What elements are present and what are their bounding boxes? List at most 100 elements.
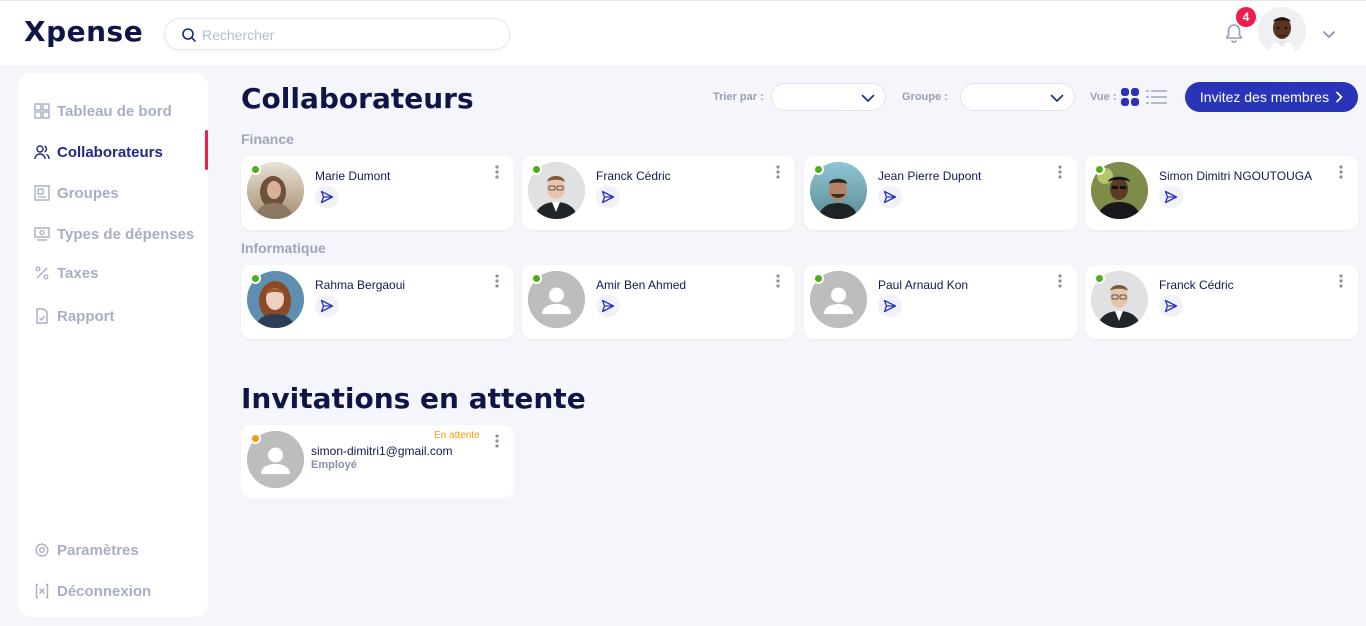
search-bar[interactable] <box>164 18 510 50</box>
chevron-down-icon <box>861 94 875 102</box>
report-icon <box>36 308 48 324</box>
group-title-informatique: Informatique <box>241 240 326 256</box>
send-message-button[interactable] <box>596 295 620 317</box>
send-icon <box>320 299 334 313</box>
sidebar-item-label: Tableau de bord <box>57 102 172 120</box>
invitation-card[interactable]: En attente simon-dimitri1@gmail.com Empl… <box>241 425 514 498</box>
sidebar-item-label: Déconnexion <box>57 582 152 600</box>
member-name: Paul Arnaud Kon <box>878 278 969 292</box>
bell-icon[interactable] <box>1224 23 1244 45</box>
sidebar-item-label: Paramètres <box>57 541 139 559</box>
grid-view-icon[interactable] <box>1121 88 1139 106</box>
member-card[interactable]: Simon Dimitri NGOUTOUGA <box>1085 156 1358 230</box>
sidebar-item-types-depenses[interactable]: Types de dépenses <box>34 222 194 246</box>
send-message-button[interactable] <box>596 186 620 208</box>
invitation-email: simon-dimitri1@gmail.com <box>311 444 453 458</box>
send-icon <box>601 190 615 204</box>
group-select[interactable] <box>960 83 1075 111</box>
pending-status-label: En attente <box>434 430 480 441</box>
more-options-icon[interactable] <box>1338 165 1344 179</box>
member-name: Franck Cédric <box>596 169 671 183</box>
send-message-button[interactable] <box>1159 295 1183 317</box>
sidebar-item-label: Rapport <box>57 307 115 325</box>
member-card[interactable]: Franck Cédric <box>522 156 795 230</box>
member-card[interactable]: Franck Cédric <box>1085 265 1358 339</box>
send-message-button[interactable] <box>1159 186 1183 208</box>
send-message-button[interactable] <box>315 186 339 208</box>
sidebar-item-taxes[interactable]: Taxes <box>34 261 98 285</box>
percent-icon <box>35 266 49 280</box>
member-name: Amir Ben Ahmed <box>596 278 687 292</box>
chevron-down-icon <box>1050 94 1064 102</box>
users-icon <box>34 145 50 160</box>
more-options-icon[interactable] <box>494 274 500 288</box>
send-message-button[interactable] <box>878 295 902 317</box>
send-icon <box>1164 299 1178 313</box>
active-indicator <box>205 130 208 170</box>
member-name: Marie Dumont <box>315 169 391 183</box>
member-name: Franck Cédric <box>1159 278 1234 292</box>
online-status-dot <box>813 164 824 175</box>
sort-select[interactable] <box>771 83 886 111</box>
send-icon <box>601 299 615 313</box>
view-label: Vue : <box>1090 91 1117 103</box>
member-name: Simon Dimitri NGOUTOUGA <box>1159 169 1313 183</box>
invite-members-button[interactable]: Invitez des membres <box>1185 82 1358 112</box>
send-icon <box>1164 190 1178 204</box>
member-name: Jean Pierre Dupont <box>878 169 982 183</box>
more-options-icon[interactable] <box>1338 274 1344 288</box>
more-options-icon[interactable] <box>775 274 781 288</box>
send-message-button[interactable] <box>315 295 339 317</box>
groups-icon <box>34 185 50 201</box>
notification-badge: 4 <box>1236 7 1256 27</box>
sidebar-item-deconnexion[interactable]: Déconnexion <box>34 579 151 603</box>
online-status-dot <box>531 164 542 175</box>
list-view-icon[interactable] <box>1146 89 1167 105</box>
online-status-dot <box>250 164 261 175</box>
search-input[interactable] <box>202 25 492 45</box>
sidebar-item-label: Types de dépenses <box>57 225 195 243</box>
top-bar: Xpense 4 <box>0 0 1366 65</box>
sidebar-item-dashboard[interactable]: Tableau de bord <box>34 99 172 123</box>
member-card[interactable]: Amir Ben Ahmed <box>522 265 795 339</box>
member-card[interactable]: Marie Dumont <box>241 156 514 230</box>
dashboard-icon <box>34 103 50 119</box>
expense-types-icon <box>34 227 50 241</box>
gear-icon <box>34 542 50 558</box>
send-icon <box>883 190 897 204</box>
search-icon <box>182 28 196 42</box>
more-options-icon[interactable] <box>1057 274 1063 288</box>
group-title-finance: Finance <box>241 131 294 147</box>
sidebar: Tableau de bord Collaborateurs Groupes T… <box>18 73 208 617</box>
send-icon <box>320 190 334 204</box>
sidebar-item-collaborateurs[interactable]: Collaborateurs <box>34 140 163 164</box>
member-card[interactable]: Paul Arnaud Kon <box>804 265 1077 339</box>
chevron-down-icon[interactable] <box>1322 27 1336 41</box>
more-options-icon[interactable] <box>494 434 500 448</box>
sidebar-item-label: Collaborateurs <box>57 143 163 161</box>
sidebar-item-rapport[interactable]: Rapport <box>34 304 115 328</box>
chevron-right-icon <box>1336 91 1343 103</box>
section-title-invitations: Invitations en attente <box>241 382 586 415</box>
page-title: Collaborateurs <box>241 82 474 115</box>
logout-icon <box>35 583 49 599</box>
sidebar-item-parametres[interactable]: Paramètres <box>34 538 139 562</box>
send-message-button[interactable] <box>878 186 902 208</box>
sidebar-item-groupes[interactable]: Groupes <box>34 181 119 205</box>
online-status-dot <box>1094 273 1105 284</box>
online-status-dot <box>1094 164 1105 175</box>
more-options-icon[interactable] <box>494 165 500 179</box>
sidebar-item-label: Taxes <box>57 264 99 282</box>
member-card[interactable]: Jean Pierre Dupont <box>804 156 1077 230</box>
more-options-icon[interactable] <box>1057 165 1063 179</box>
sidebar-item-label: Groupes <box>57 184 119 202</box>
user-avatar[interactable] <box>1258 7 1306 55</box>
invite-label: Invitez des membres <box>1199 89 1330 105</box>
member-card[interactable]: Rahma Bergaoui <box>241 265 514 339</box>
sort-label: Trier par : <box>713 91 764 103</box>
member-name: Rahma Bergaoui <box>315 278 406 292</box>
online-status-dot <box>250 273 261 284</box>
app-logo[interactable]: Xpense <box>24 15 143 48</box>
more-options-icon[interactable] <box>775 165 781 179</box>
online-status-dot <box>531 273 542 284</box>
